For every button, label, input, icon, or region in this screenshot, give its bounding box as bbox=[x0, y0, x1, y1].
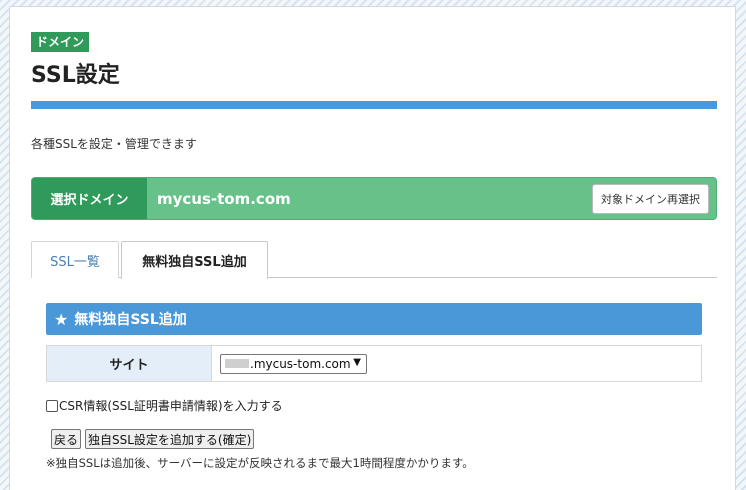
main-panel: ドメイン SSL設定 各種SSLを設定・管理できます 選択ドメイン mycus-… bbox=[9, 6, 736, 490]
csr-option[interactable]: CSR情報(SSL証明書申請情報)を入力する bbox=[46, 397, 283, 414]
confirm-add-ssl-button[interactable]: 独自SSL設定を追加する(確定) bbox=[85, 429, 255, 449]
site-select[interactable]: .mycus-tom.com ▼ bbox=[220, 353, 367, 374]
csr-checkbox-label: CSR情報(SSL証明書申請情報)を入力する bbox=[59, 399, 283, 413]
title-divider bbox=[31, 101, 717, 109]
site-label: サイト bbox=[47, 346, 212, 381]
site-field-cell: .mycus-tom.com ▼ bbox=[212, 346, 701, 381]
page-description: 各種SSLを設定・管理できます bbox=[31, 137, 197, 151]
chevron-down-icon: ▼ bbox=[353, 356, 361, 368]
selected-domain-label: 選択ドメイン bbox=[32, 178, 147, 219]
page-title: SSL設定 bbox=[31, 63, 120, 88]
selected-domain-bar: 選択ドメイン mycus-tom.com 対象ドメイン再選択 bbox=[31, 177, 717, 220]
notice-text: ※独自SSLは追加後、サーバーに設定が反映されるまで最大1時間程度かかります。 bbox=[46, 456, 474, 470]
tab-bar: SSL一覧 無料独自SSL追加 bbox=[31, 241, 717, 279]
star-icon: ★ bbox=[54, 309, 69, 329]
tab-add-free-ssl[interactable]: 無料独自SSL追加 bbox=[121, 241, 268, 279]
action-buttons: 戻る 独自SSL設定を追加する(確定) bbox=[51, 429, 255, 449]
tab-ssl-list[interactable]: SSL一覧 bbox=[31, 241, 119, 278]
site-form-row: サイト .mycus-tom.com ▼ bbox=[46, 345, 702, 382]
redacted-subdomain bbox=[225, 359, 249, 368]
back-button[interactable]: 戻る bbox=[51, 429, 82, 449]
section-title: 無料独自SSL追加 bbox=[74, 312, 187, 328]
category-badge: ドメイン bbox=[31, 32, 90, 52]
section-header: ★ 無料独自SSL追加 bbox=[46, 303, 702, 335]
reselect-domain-button[interactable]: 対象ドメイン再選択 bbox=[592, 184, 709, 214]
site-select-value: .mycus-tom.com bbox=[250, 356, 351, 371]
csr-checkbox[interactable] bbox=[46, 399, 58, 412]
